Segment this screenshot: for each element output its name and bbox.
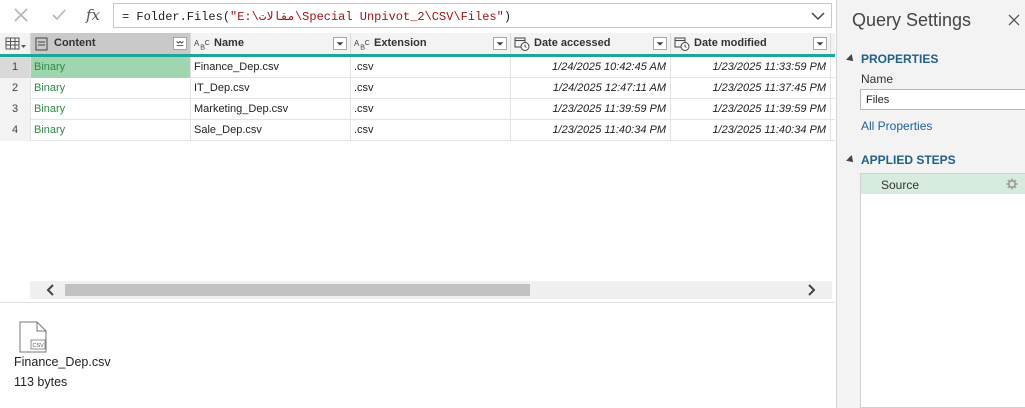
data-grid: Content ABC Name ABC Extension Date acce… [0,33,835,143]
chevron-down-icon[interactable] [810,8,826,24]
horizontal-scrollbar[interactable] [30,281,832,299]
column-label-extension: Extension [374,37,427,49]
filter-dropdown-icon[interactable] [653,37,667,50]
column-header-content[interactable]: Content [31,33,191,54]
table-row[interactable]: 2 Binary IT_Dep.csv .csv 1/24/2025 12:47… [0,78,835,99]
cancel-formula-button[interactable] [8,4,34,26]
extension-cell[interactable]: .csv [351,99,511,120]
properties-heading-label: PROPERTIES [861,52,939,66]
svg-text:A: A [354,39,360,48]
csv-file-icon: CSV [19,321,47,353]
expand-column-icon[interactable] [173,37,187,50]
date-accessed-cell[interactable]: 1/24/2025 10:42:45 AM [511,57,671,78]
text-type-icon: A BC [354,39,370,51]
step-label: Source [881,178,920,192]
formula-text: = Folder.Files("E:\مقالات\Special Unpivo… [122,9,511,24]
scroll-right-icon[interactable] [804,283,818,297]
column-header-name[interactable]: ABC Name [191,33,351,54]
svg-text:A: A [194,39,200,48]
fx-label: fx [85,6,100,24]
column-label-date-modified: Date modified [694,37,767,49]
preview-file-name: Finance_Dep.csv [14,355,111,369]
content-cell[interactable]: Binary [31,99,191,120]
query-name-field[interactable] [860,89,1025,110]
commit-formula-button[interactable] [46,4,72,26]
svg-text:C: C [205,39,210,47]
collapse-triangle-icon [846,54,856,64]
date-modified-cell[interactable]: 1/23/2025 11:40:34 PM [671,120,831,141]
date-accessed-cell[interactable]: 1/23/2025 11:39:59 PM [511,99,671,120]
preview-divider [0,302,835,303]
column-header-date-modified[interactable]: Date modified [671,33,831,54]
text-type-icon: A BC [194,39,210,51]
gear-icon[interactable] [1006,178,1018,190]
content-cell[interactable]: Binary [31,120,191,141]
formula-path: "E:\مقالات\Special Unpivot_2\CSV\Files" [230,10,504,24]
table-row[interactable]: 3 Binary Marketing_Dep.csv .csv 1/23/202… [0,99,835,120]
column-label-content: Content [54,37,96,49]
grid-header-row: Content ABC Name ABC Extension Date acce… [0,33,835,57]
table-menu-button[interactable] [0,33,31,54]
formula-prefix: = Folder.Files( [122,10,231,24]
name-cell[interactable]: Sale_Dep.csv [191,120,351,141]
svg-text:C: C [365,39,370,47]
formula-input[interactable]: = Folder.Files("E:\مقالات\Special Unpivo… [113,3,832,28]
pane-title: Query Settings [852,10,972,30]
filter-dropdown-icon[interactable] [493,37,507,50]
properties-heading[interactable]: PROPERTIES [846,52,939,66]
name-cell[interactable]: Finance_Dep.csv [191,57,351,78]
table-row[interactable]: 1 Binary Finance_Dep.csv .csv 1/24/2025 … [0,57,835,78]
applied-steps-heading-label: APPLIED STEPS [861,153,956,167]
row-number[interactable]: 2 [0,78,31,99]
close-icon[interactable] [1007,13,1021,27]
preview-file-size: 113 bytes [14,375,68,389]
extension-cell[interactable]: .csv [351,78,511,99]
date-modified-cell[interactable]: 1/23/2025 11:37:45 PM [671,78,831,99]
date-modified-cell[interactable]: 1/23/2025 11:39:59 PM [671,99,831,120]
row-number[interactable]: 4 [0,120,31,141]
table-icon [5,37,26,50]
row-number[interactable]: 1 [0,57,31,78]
extension-cell[interactable]: .csv [351,57,511,78]
content-cell[interactable]: Binary [31,57,191,78]
close-icon [14,8,28,22]
applied-steps-list: Source [860,173,1025,408]
scrollbar-thumb[interactable] [65,284,530,296]
date-accessed-cell[interactable]: 1/23/2025 11:40:34 PM [511,120,671,141]
extension-cell[interactable]: .csv [351,120,511,141]
scroll-left-icon[interactable] [44,283,58,297]
csv-icon-label: CSV [33,343,45,349]
check-icon [52,9,66,21]
content-cell[interactable]: Binary [31,78,191,99]
date-modified-cell[interactable]: 1/23/2025 11:33:59 PM [671,57,831,78]
applied-steps-heading[interactable]: APPLIED STEPS [846,153,956,167]
query-settings-pane: Query Settings PROPERTIES Name All Prope… [836,0,1025,408]
column-label-date-accessed: Date accessed [534,37,611,49]
column-header-date-accessed[interactable]: Date accessed [511,33,671,54]
date-accessed-cell[interactable]: 1/24/2025 12:47:11 AM [511,78,671,99]
collapse-triangle-icon [846,155,856,165]
step-source[interactable]: Source [861,174,1025,194]
column-header-extension[interactable]: ABC Extension [351,33,511,54]
datetime-type-icon [674,37,690,51]
name-label: Name [861,72,894,86]
formula-bar-area: fx = Folder.Files("E:\مقالات\Special Unp… [0,0,835,33]
filter-dropdown-icon[interactable] [333,37,347,50]
formula-suffix: ) [503,10,512,24]
insert-function-button[interactable]: fx [80,4,106,26]
name-cell[interactable]: Marketing_Dep.csv [191,99,351,120]
row-number[interactable]: 3 [0,99,31,120]
table-row[interactable]: 4 Binary Sale_Dep.csv .csv 1/23/2025 11:… [0,120,835,141]
filter-dropdown-icon[interactable] [813,37,827,50]
table-icon [35,37,48,51]
column-label-name: Name [214,37,244,49]
all-properties-link[interactable]: All Properties [861,119,932,133]
name-cell[interactable]: IT_Dep.csv [191,78,351,99]
datetime-type-icon [514,37,530,51]
